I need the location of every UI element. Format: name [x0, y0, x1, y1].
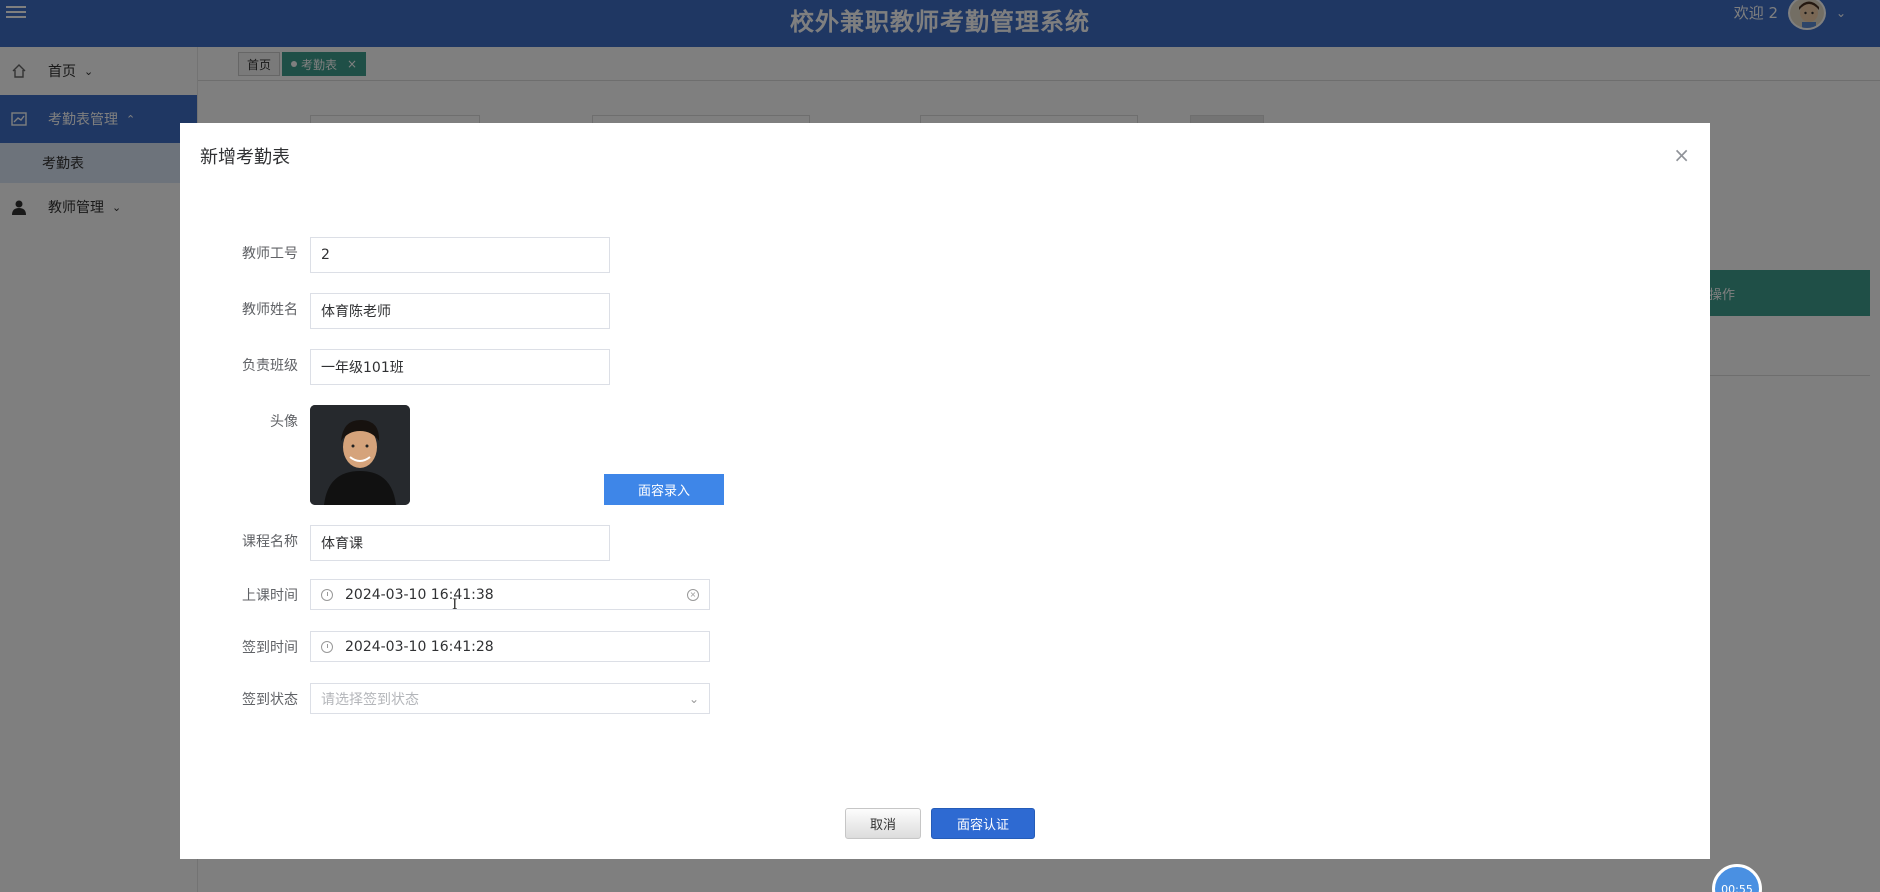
- form-row-class-time: 上课时间 2024-03-10 16:41:38 ×: [180, 579, 710, 613]
- form-row-checkin-status: 签到状态 请选择签到状态 ⌄: [180, 683, 710, 717]
- close-icon[interactable]: ×: [1673, 143, 1690, 167]
- form-row-teacher-id: 教师工号 2: [180, 237, 610, 273]
- clear-icon[interactable]: ×: [687, 588, 699, 601]
- chevron-down-icon: ⌄: [688, 691, 699, 706]
- form-row-avatar: 头像: [180, 405, 410, 505]
- form-row-checkin-time: 签到时间 2024-03-10 16:41:28: [180, 631, 710, 665]
- teacher-name-input[interactable]: 体育陈老师: [310, 293, 610, 329]
- avatar-photo[interactable]: [310, 405, 410, 505]
- select-placeholder: 请选择签到状态: [321, 691, 419, 708]
- teacher-id-label: 教师工号: [242, 246, 298, 262]
- face-auth-button[interactable]: 面容认证: [931, 808, 1035, 839]
- checkin-time-picker[interactable]: 2024-03-10 16:41:28: [310, 631, 710, 662]
- text-cursor-icon: I: [452, 597, 458, 613]
- course-input[interactable]: 体育课: [310, 525, 610, 561]
- add-attendance-dialog: 新增考勤表 × 教师工号 2 教师姓名 体育陈老师 负责班级 一年级101班 头…: [180, 123, 1710, 859]
- form-row-course: 课程名称 体育课: [180, 525, 610, 561]
- checkin-time-label: 签到时间: [242, 640, 298, 656]
- clock-icon: [321, 588, 333, 601]
- cancel-button[interactable]: 取消: [845, 808, 921, 839]
- teacher-id-input[interactable]: 2: [310, 237, 610, 273]
- course-label: 课程名称: [242, 534, 298, 550]
- checkin-status-label: 签到状态: [242, 692, 298, 708]
- form-row-class: 负责班级 一年级101班: [180, 349, 610, 385]
- face-enroll-button[interactable]: 面容录入: [604, 474, 724, 505]
- form-row-teacher-name: 教师姓名 体育陈老师: [180, 293, 610, 329]
- teacher-name-label: 教师姓名: [242, 302, 298, 318]
- class-input[interactable]: 一年级101班: [310, 349, 610, 385]
- checkin-status-select[interactable]: 请选择签到状态 ⌄: [310, 683, 710, 714]
- dialog-title: 新增考勤表: [200, 147, 290, 168]
- class-time-picker[interactable]: 2024-03-10 16:41:38 ×: [310, 579, 710, 610]
- clock-icon: [321, 640, 333, 653]
- class-time-label: 上课时间: [242, 588, 298, 604]
- avatar-label: 头像: [270, 414, 298, 430]
- class-label: 负责班级: [242, 358, 298, 374]
